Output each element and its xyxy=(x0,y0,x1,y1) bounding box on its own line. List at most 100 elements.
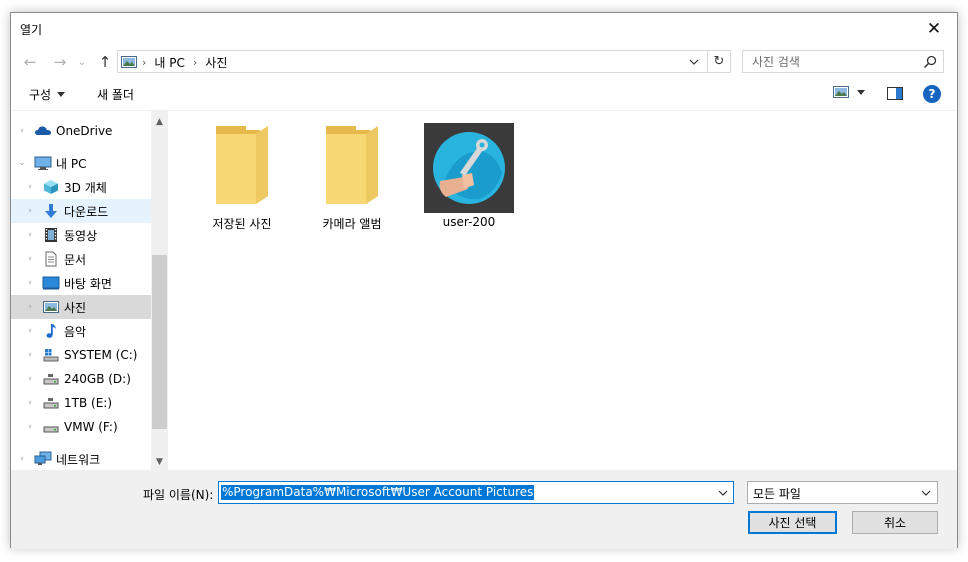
sidebar-item-label: 내 PC xyxy=(56,156,87,171)
sidebar-item-downloads[interactable]: › 다운로드 xyxy=(11,199,151,223)
sidebar-item-label: VMW (F:) xyxy=(64,420,118,434)
chevron-right-icon[interactable]: › xyxy=(25,206,35,216)
search-icon[interactable] xyxy=(923,55,937,69)
forward-arrow-icon: → xyxy=(53,53,67,71)
back-button[interactable]: ← xyxy=(19,51,41,73)
bottom-panel: 파일 이름(N): %ProgramData%₩Microsoft₩User A… xyxy=(11,470,957,549)
sidebar-item-music[interactable]: › 음악 xyxy=(11,319,151,343)
sidebar-item-videos[interactable]: › 동영상 xyxy=(11,223,151,247)
file-item-label: 카메라 앨범 xyxy=(322,217,382,231)
chevron-right-icon[interactable]: › xyxy=(25,422,35,432)
file-item-user-200[interactable]: user-200 xyxy=(419,111,519,231)
filetype-select[interactable]: 모든 파일 xyxy=(747,481,938,504)
sidebar-item-label: 문서 xyxy=(64,252,87,267)
chevron-right-icon[interactable]: › xyxy=(193,56,197,69)
folder-icon xyxy=(326,126,378,204)
folder-icon xyxy=(216,126,268,204)
address-bar[interactable]: › 내 PC › 사진 ↻ xyxy=(117,50,731,73)
chevron-right-icon[interactable]: › xyxy=(25,254,35,264)
sidebar-item-drive-f[interactable]: › VMW (F:) xyxy=(11,415,151,439)
chevron-right-icon[interactable]: › xyxy=(17,454,27,464)
forward-button[interactable]: → xyxy=(49,51,71,73)
file-item-saved-pictures[interactable]: 저장된 사진 xyxy=(192,111,292,231)
drive-icon xyxy=(43,426,59,433)
up-button[interactable]: ↑ xyxy=(94,51,116,73)
filename-input[interactable]: %ProgramData%₩Microsoft₩User Account Pic… xyxy=(218,481,734,504)
chevron-right-icon[interactable]: › xyxy=(17,126,27,136)
sidebar-item-label: 다운로드 xyxy=(64,204,109,219)
preview-pane-button[interactable] xyxy=(887,87,903,103)
preview-pane-icon xyxy=(887,87,903,100)
file-item-label: 저장된 사진 xyxy=(212,217,272,231)
sidebar-item-onedrive[interactable]: › OneDrive xyxy=(11,119,151,143)
desktop-icon xyxy=(42,276,60,290)
chevron-right-icon[interactable]: › xyxy=(25,230,35,240)
chevron-right-icon[interactable]: › xyxy=(25,182,35,192)
content-area: › OneDrive ⌄ 내 PC › 3D 개체 › 다운로드 › 동영상 ›… xyxy=(11,110,957,471)
close-button[interactable]: ✕ xyxy=(911,13,957,45)
filename-dropdown-button[interactable] xyxy=(715,485,731,500)
address-dropdown-button[interactable] xyxy=(686,54,702,70)
chevron-right-icon[interactable]: › xyxy=(142,56,146,69)
command-bar: 구성 새 폴더 ? xyxy=(11,79,957,109)
drive-icon xyxy=(43,398,59,409)
sidebar-item-label: OneDrive xyxy=(56,124,113,138)
new-folder-button[interactable]: 새 폴더 xyxy=(97,86,134,103)
chevron-down-icon[interactable]: ⌄ xyxy=(17,158,27,168)
sidebar-item-3d-objects[interactable]: › 3D 개체 xyxy=(11,175,151,199)
breadcrumb-item-my-pc[interactable]: 내 PC xyxy=(154,54,184,71)
sidebar-item-label: 음악 xyxy=(64,324,87,339)
chevron-right-icon[interactable]: › xyxy=(25,398,35,408)
view-icon xyxy=(833,86,849,98)
chevron-right-icon[interactable]: › xyxy=(25,374,35,384)
search-input[interactable] xyxy=(743,51,913,72)
sidebar-item-label: 바탕 화면 xyxy=(64,276,112,291)
folder-thumbnail xyxy=(302,121,402,211)
scroll-up-arrow-icon[interactable]: ▲ xyxy=(151,113,168,130)
help-icon: ? xyxy=(928,87,936,101)
chevron-right-icon[interactable]: › xyxy=(25,326,35,336)
organize-button[interactable]: 구성 xyxy=(29,86,66,103)
sidebar-item-drive-d[interactable]: › 240GB (D:) xyxy=(11,367,151,391)
chevron-down-icon xyxy=(921,490,931,496)
scroll-down-arrow-icon[interactable]: ▼ xyxy=(151,453,168,470)
sidebar-item-pictures[interactable]: › 사진 xyxy=(11,295,151,319)
breadcrumb-item-pictures[interactable]: 사진 xyxy=(205,54,227,71)
change-view-button[interactable] xyxy=(833,86,865,98)
refresh-button[interactable]: ↻ xyxy=(707,51,730,72)
chevron-down-icon: ⌄ xyxy=(77,56,87,68)
search-box xyxy=(742,50,944,73)
sidebar-scrollbar[interactable]: ▲ ▼ xyxy=(151,111,168,471)
sidebar-item-label: 동영상 xyxy=(64,228,98,243)
chevron-right-icon[interactable]: › xyxy=(25,350,35,360)
sidebar-item-my-pc[interactable]: ⌄ 내 PC xyxy=(11,151,151,175)
cube-icon xyxy=(44,180,58,194)
sidebar-item-label: 사진 xyxy=(64,300,87,315)
sidebar-item-drive-e[interactable]: › 1TB (E:) xyxy=(11,391,151,415)
caret-down-icon xyxy=(857,89,865,95)
select-picture-button[interactable]: 사진 선택 xyxy=(748,511,837,534)
title-bar: 열기 ✕ xyxy=(11,13,957,45)
help-button[interactable]: ? xyxy=(923,85,941,103)
sidebar-item-desktop[interactable]: › 바탕 화면 xyxy=(11,271,151,295)
cancel-button[interactable]: 취소 xyxy=(852,511,938,534)
chevron-right-icon[interactable]: › xyxy=(25,278,35,288)
filename-label: 파일 이름(N): xyxy=(143,488,214,502)
refresh-icon: ↻ xyxy=(713,54,725,69)
file-item-camera-roll[interactable]: 카메라 앨범 xyxy=(302,111,402,231)
filename-value[interactable]: %ProgramData%₩Microsoft₩User Account Pic… xyxy=(221,485,535,500)
sidebar-item-label: 3D 개체 xyxy=(64,180,107,195)
recent-locations-button[interactable]: ⌄ xyxy=(74,51,90,73)
up-arrow-icon: ↑ xyxy=(98,53,112,71)
back-arrow-icon: ← xyxy=(23,53,37,71)
sidebar-item-network[interactable]: › 네트워크 xyxy=(11,447,151,471)
sidebar-item-documents[interactable]: › 문서 xyxy=(11,247,151,271)
download-icon xyxy=(45,204,57,218)
open-file-dialog: 열기 ✕ ← → ⌄ ↑ › 내 PC › 사진 ↻ 사진 검색 구성 새 폴더… xyxy=(10,12,958,549)
chevron-right-icon[interactable]: › xyxy=(25,302,35,312)
filetype-dropdown-button[interactable] xyxy=(919,485,933,500)
music-icon xyxy=(46,324,56,338)
windows-drive-icon xyxy=(43,349,59,362)
sidebar-item-drive-c[interactable]: › SYSTEM (C:) xyxy=(11,343,151,367)
scrollbar-thumb[interactable] xyxy=(152,255,167,429)
